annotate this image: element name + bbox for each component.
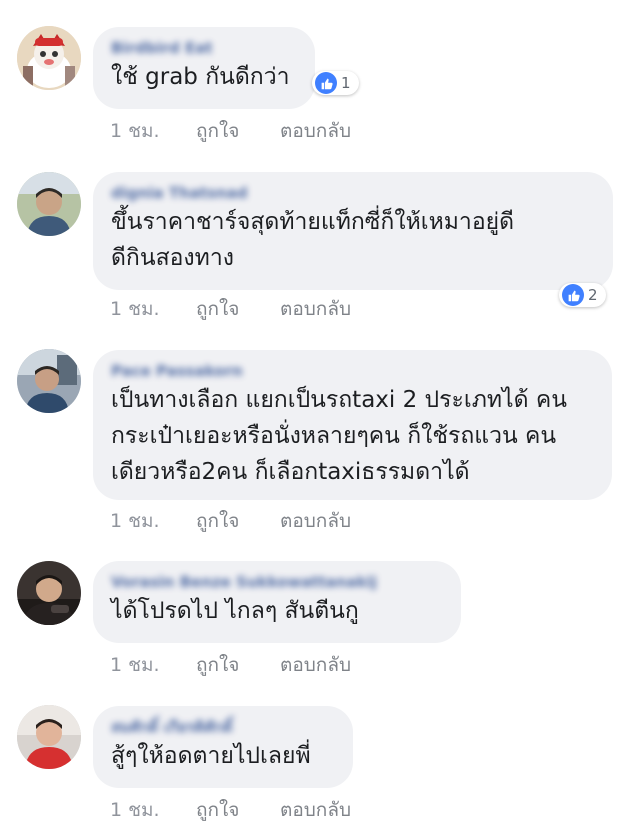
- comment-bubble: dignia Thatsnad ขึ้นราคาชาร์จสุดท้ายแท็ก…: [93, 172, 613, 290]
- commenter-name[interactable]: Pace Passakorn: [111, 360, 594, 382]
- reaction-badge[interactable]: 1: [312, 71, 359, 95]
- avatar-image: [17, 172, 81, 236]
- avatar[interactable]: [17, 172, 81, 236]
- comment-text: ใช้ grab กันดีกว่า: [111, 64, 290, 90]
- like-button[interactable]: ถูกใจ: [196, 650, 280, 680]
- reaction-badge[interactable]: 2: [559, 283, 606, 307]
- comment-text: ได้โปรดไป ไกลๆ สันตีนกู: [111, 598, 359, 624]
- reaction-count: 1: [341, 74, 351, 92]
- reply-button[interactable]: ตอบกลับ: [280, 506, 351, 536]
- timestamp[interactable]: 1 ชม.: [110, 294, 196, 324]
- thumbs-up-icon: [562, 284, 584, 306]
- reply-button[interactable]: ตอบกลับ: [280, 650, 351, 680]
- timestamp[interactable]: 1 ชม.: [110, 116, 196, 146]
- avatar[interactable]: [17, 349, 81, 413]
- avatar[interactable]: [17, 705, 81, 769]
- thumbs-up-icon: [315, 72, 337, 94]
- reply-button[interactable]: ตอบกลับ: [280, 294, 351, 324]
- comment-text: สู้ๆให้อดตายไปเลยพี่: [111, 743, 311, 769]
- comment-text: ขึ้นราคาชาร์จสุดท้ายแท็กซี่ก็ให้เหมาอยู่…: [111, 209, 515, 271]
- comment-text: เป็นทางเลือก แยกเป็นรถtaxi 2 ประเภทได้ ค…: [111, 387, 567, 485]
- reply-button[interactable]: ตอบกลับ: [280, 795, 351, 825]
- like-button[interactable]: ถูกใจ: [196, 506, 280, 536]
- like-button[interactable]: ถูกใจ: [196, 795, 280, 825]
- timestamp[interactable]: 1 ชม.: [110, 650, 196, 680]
- avatar-image: [17, 349, 81, 413]
- commenter-name[interactable]: Birdbird Eat: [111, 37, 297, 59]
- comment-bubble: Birdbird Eat ใช้ grab กันดีกว่า: [93, 27, 315, 109]
- comment-bubble: สมศักดิ์ เกียรติศักดิ์ สู้ๆให้อดตายไปเลย…: [93, 706, 353, 788]
- commenter-name[interactable]: สมศักดิ์ เกียรติศักดิ์: [111, 716, 335, 738]
- comment-bubble: Pace Passakorn เป็นทางเลือก แยกเป็นรถtax…: [93, 350, 612, 500]
- avatar-image: [17, 705, 81, 769]
- avatar-image: [17, 561, 81, 625]
- comment-actions: 1 ชม. ถูกใจ ตอบกลับ: [110, 294, 351, 324]
- comment-actions: 1 ชม. ถูกใจ ตอบกลับ: [110, 650, 351, 680]
- comment-actions: 1 ชม. ถูกใจ ตอบกลับ: [110, 795, 351, 825]
- reaction-count: 2: [588, 286, 598, 304]
- avatar[interactable]: [17, 561, 81, 625]
- timestamp[interactable]: 1 ชม.: [110, 506, 196, 536]
- comment-bubble: Vorasin Benze Sukkowattanakij ได้โปรดไป …: [93, 561, 461, 643]
- timestamp[interactable]: 1 ชม.: [110, 795, 196, 825]
- avatar[interactable]: [17, 26, 81, 90]
- avatar-image: [17, 26, 81, 90]
- commenter-name[interactable]: dignia Thatsnad: [111, 182, 595, 204]
- like-button[interactable]: ถูกใจ: [196, 294, 280, 324]
- commenter-name[interactable]: Vorasin Benze Sukkowattanakij: [111, 571, 443, 593]
- like-button[interactable]: ถูกใจ: [196, 116, 280, 146]
- comment-actions: 1 ชม. ถูกใจ ตอบกลับ: [110, 116, 351, 146]
- comment-actions: 1 ชม. ถูกใจ ตอบกลับ: [110, 506, 351, 536]
- reply-button[interactable]: ตอบกลับ: [280, 116, 351, 146]
